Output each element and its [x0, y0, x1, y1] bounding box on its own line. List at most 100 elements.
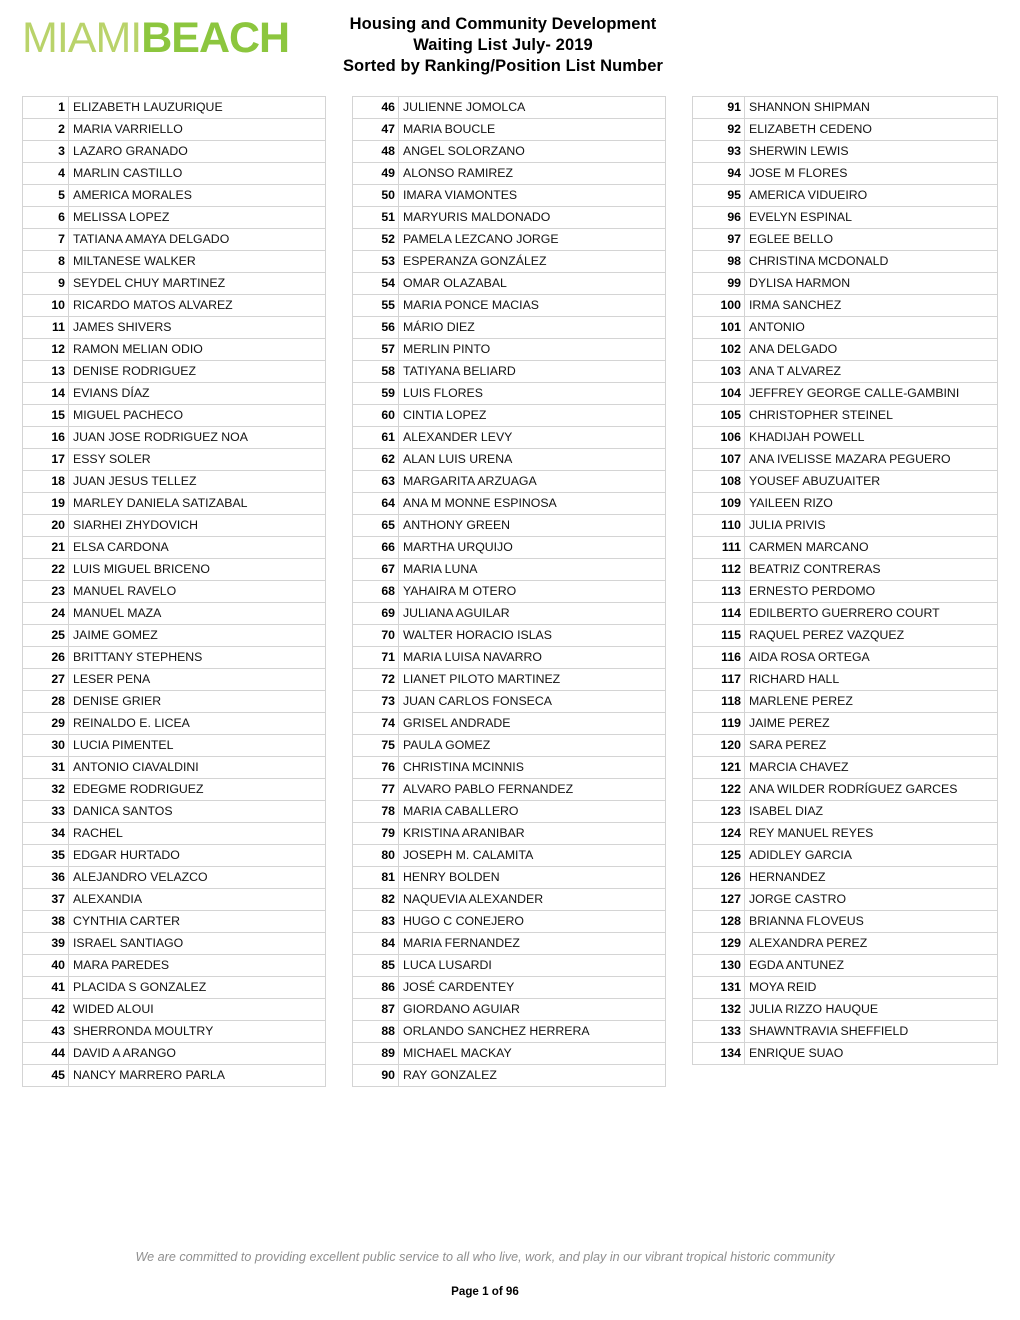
table-row: 26 BRITTANY STEPHENS	[22, 646, 326, 669]
applicant-name: ALONSO RAMIREZ	[398, 162, 666, 185]
applicant-name: ANTONIO CIAVALDINI	[68, 756, 326, 779]
table-row: 18 JUAN JESUS TELLEZ	[22, 470, 326, 493]
applicant-name: SIARHEI ZHYDOVICH	[68, 514, 326, 537]
applicant-name: IRMA SANCHEZ	[744, 294, 998, 317]
rank-number: 82	[352, 888, 399, 911]
rank-number: 31	[22, 756, 69, 779]
applicant-name: PAULA GOMEZ	[398, 734, 666, 757]
applicant-name: LUIS MIGUEL BRICENO	[68, 558, 326, 581]
rank-number: 100	[692, 294, 745, 317]
applicant-name: MARTHA URQUIJO	[398, 536, 666, 559]
rank-number: 79	[352, 822, 399, 845]
applicant-name: CHRISTINA MCDONALD	[744, 250, 998, 273]
applicant-name: JOSÉ CARDENTEY	[398, 976, 666, 999]
applicant-name: LUCIA PIMENTEL	[68, 734, 326, 757]
table-row: 125 ADIDLEY GARCIA	[692, 844, 998, 867]
footer-page-number: Page 1 of 96	[451, 1285, 519, 1298]
applicant-name: IMARA VIAMONTES	[398, 184, 666, 207]
table-row: 87 GIORDANO AGUIAR	[352, 998, 666, 1021]
rank-number: 67	[352, 558, 399, 581]
rank-number: 14	[22, 382, 69, 405]
applicant-name: HENRY BOLDEN	[398, 866, 666, 889]
table-row: 120 SARA PEREZ	[692, 734, 998, 757]
rank-number: 78	[352, 800, 399, 823]
applicant-name: RICARDO MATOS ALVAREZ	[68, 294, 326, 317]
applicant-name: EVELYN ESPINAL	[744, 206, 998, 229]
applicant-name: TATIYANA BELIARD	[398, 360, 666, 383]
rank-number: 122	[692, 778, 745, 801]
table-body-3: 91 SHANNON SHIPMAN 92 ELIZABETH CEDENO 93 SHE…	[692, 96, 998, 1065]
rank-number: 101	[692, 316, 745, 339]
table-row: 39 ISRAEL SANTIAGO	[22, 932, 326, 955]
table-row: 111 CARMEN MARCANO	[692, 536, 998, 559]
table-row: 78 MARIA CABALLERO	[352, 800, 666, 823]
applicant-name: EDEGME RODRIGUEZ	[68, 778, 326, 801]
table-row: 100 IRMA SANCHEZ	[692, 294, 998, 317]
table-row: 65 ANTHONY GREEN	[352, 514, 666, 537]
rank-number: 57	[352, 338, 399, 361]
rank-number: 114	[692, 602, 745, 625]
table-row: 19 MARLEY DANIELA SATIZABAL	[22, 492, 326, 515]
rank-number: 54	[352, 272, 399, 295]
applicant-name: SEYDEL CHUY MARTINEZ	[68, 272, 326, 295]
rank-number: 111	[692, 536, 745, 559]
rank-number: 112	[692, 558, 745, 581]
table-row: 106 KHADIJAH POWELL	[692, 426, 998, 449]
rank-number: 36	[22, 866, 69, 889]
rank-number: 21	[22, 536, 69, 559]
rank-number: 86	[352, 976, 399, 999]
table-row: 129 ALEXANDRA PEREZ	[692, 932, 998, 955]
rank-number: 23	[22, 580, 69, 603]
rank-number: 29	[22, 712, 69, 735]
rank-number: 7	[22, 228, 69, 251]
table-row: 97 EGLEE BELLO	[692, 228, 998, 251]
rank-number: 30	[22, 734, 69, 757]
table-row: 13 DENISE RODRIGUEZ	[22, 360, 326, 383]
applicant-name: GIORDANO AGUIAR	[398, 998, 666, 1021]
rank-number: 18	[22, 470, 69, 493]
rank-number: 65	[352, 514, 399, 537]
rank-number: 128	[692, 910, 745, 933]
rank-number: 64	[352, 492, 399, 515]
table-row: 28 DENISE GRIER	[22, 690, 326, 713]
table-row: 23 MANUEL RAVELO	[22, 580, 326, 603]
rank-number: 130	[692, 954, 745, 977]
rank-number: 72	[352, 668, 399, 691]
applicant-name: EDGAR HURTADO	[68, 844, 326, 867]
table-row: 82 NAQUEVIA ALEXANDER	[352, 888, 666, 911]
rank-number: 68	[352, 580, 399, 603]
table-row: 74 GRISEL ANDRADE	[352, 712, 666, 735]
rank-number: 12	[22, 338, 69, 361]
table-row: 41 PLACIDA S GONZALEZ	[22, 976, 326, 999]
table-row: 88 ORLANDO SANCHEZ HERRERA	[352, 1020, 666, 1043]
table-row: 55 MARIA PONCE MACIAS	[352, 294, 666, 317]
applicant-name: ALAN LUIS URENA	[398, 448, 666, 471]
applicant-name: ALEXANDER LEVY	[398, 426, 666, 449]
applicant-name: GRISEL ANDRADE	[398, 712, 666, 735]
rank-number: 45	[22, 1064, 69, 1087]
rank-number: 127	[692, 888, 745, 911]
rank-number: 123	[692, 800, 745, 823]
table-row: 99 DYLISA HARMON	[692, 272, 998, 295]
table-row: 107 ANA IVELISSE MAZARA PEGUERO	[692, 448, 998, 471]
rank-number: 8	[22, 250, 69, 273]
table-row: 131 MOYA REID	[692, 976, 998, 999]
applicant-name: AMERICA VIDUEIRO	[744, 184, 998, 207]
applicant-name: YOUSEF ABUZUAITER	[744, 470, 998, 493]
applicant-name: YAHAIRA M OTERO	[398, 580, 666, 603]
table-body-1: 1 ELIZABETH LAUZURIQUE 2 MARIA VARRIELLO 3 LA…	[22, 96, 326, 1087]
applicant-name: JUAN CARLOS FONSECA	[398, 690, 666, 713]
applicant-name: RICHARD HALL	[744, 668, 998, 691]
table-row: 58 TATIYANA BELIARD	[352, 360, 666, 383]
rank-number: 98	[692, 250, 745, 273]
applicant-name: ALEXANDIA	[68, 888, 326, 911]
applicant-name: ISRAEL SANTIAGO	[68, 932, 326, 955]
applicant-name: PLACIDA S GONZALEZ	[68, 976, 326, 999]
table-row: 68 YAHAIRA M OTERO	[352, 580, 666, 603]
rank-number: 53	[352, 250, 399, 273]
applicant-name: NAQUEVIA ALEXANDER	[398, 888, 666, 911]
rank-number: 90	[352, 1064, 399, 1087]
rank-number: 51	[352, 206, 399, 229]
rank-number: 70	[352, 624, 399, 647]
rank-number: 44	[22, 1042, 69, 1065]
